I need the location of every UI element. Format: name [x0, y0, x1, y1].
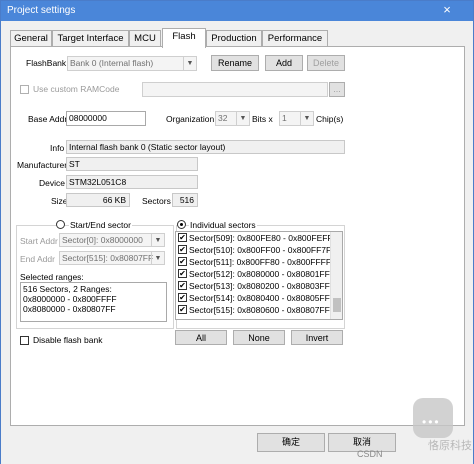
- sector-label: Sector[509]: 0x800FE80 - 0x800FEFF: [189, 233, 333, 243]
- select-none-button[interactable]: None: [233, 330, 285, 345]
- tab-target-interface[interactable]: Target Interface: [52, 30, 129, 47]
- flashbank-value: Bank 0 (Internal flash): [70, 58, 154, 68]
- title-bar: Project settings ×: [1, 1, 473, 21]
- end-addr-value: Sector[515]: 0x80807FF: [62, 253, 154, 263]
- chevron-down-icon: ▼: [151, 252, 164, 264]
- csdn-watermark: CSDN: [357, 449, 383, 459]
- sector-label: Sector[514]: 0x8080400 - 0x80805FF: [189, 293, 330, 303]
- check-icon[interactable]: ✔: [178, 305, 187, 315]
- window-title: Project settings: [7, 5, 76, 16]
- flash-panel: FlashBank Bank 0 (Internal flash) ▼ Rena…: [10, 46, 465, 426]
- scrollbar-thumb[interactable]: [333, 298, 341, 312]
- list-item[interactable]: ✔ Sector[515]: 0x8080600 - 0x80807FF: [177, 305, 330, 317]
- project-settings-window: Project settings × General Target Interf…: [0, 0, 474, 464]
- tab-general[interactable]: General: [10, 30, 52, 47]
- sector-list-scrollbar[interactable]: [330, 232, 342, 319]
- organization-label: Organization: [166, 114, 215, 124]
- size-field: 66 KB: [66, 193, 130, 207]
- sectors-label: Sectors: [142, 196, 171, 206]
- sectors-count-field: 516: [172, 193, 198, 207]
- end-addr-label: End Addr: [20, 254, 55, 264]
- list-item[interactable]: ✔ Sector[514]: 0x8080400 - 0x80805FF: [177, 293, 330, 305]
- rename-button[interactable]: Rename: [211, 55, 259, 71]
- chevron-down-icon: ▼: [236, 112, 249, 125]
- organization-bits-select[interactable]: 32 ▼: [215, 111, 250, 126]
- list-item[interactable]: ✔ Sector[511]: 0x800FF80 - 0x800FFFF: [177, 257, 331, 269]
- list-item[interactable]: ✔ Sector[512]: 0x8080000 - 0x80801FF: [177, 269, 330, 281]
- start-addr-label: Start Addr: [20, 236, 58, 246]
- chips-value: 1: [282, 113, 287, 123]
- list-item[interactable]: ✔ Sector[509]: 0x800FE80 - 0x800FEFF: [177, 233, 333, 245]
- sector-label: Sector[513]: 0x8080200 - 0x80803FF: [189, 281, 330, 291]
- sector-label: Sector[515]: 0x8080600 - 0x80807FF: [189, 305, 330, 315]
- chips-label: Chip(s): [316, 114, 344, 124]
- chevron-down-icon: ▼: [183, 57, 196, 70]
- tab-production[interactable]: Production: [206, 30, 262, 47]
- check-icon[interactable]: ✔: [178, 233, 187, 243]
- flashbank-label: FlashBank: [26, 58, 67, 68]
- device-label: Device: [39, 178, 65, 188]
- ramcode-label: Use custom RAMCode: [33, 84, 120, 94]
- sector-label: Sector[510]: 0x800FF00 - 0x800FF7F: [189, 245, 332, 255]
- chevron-down-icon: ▼: [151, 234, 164, 246]
- watermark-text: 恪原科技: [428, 440, 472, 452]
- individual-sectors-radio[interactable]: [177, 220, 186, 229]
- sector-list[interactable]: ✔ Sector[509]: 0x800FE80 - 0x800FEFF ✔ Sec…: [175, 231, 343, 320]
- check-icon[interactable]: ✔: [178, 281, 187, 291]
- delete-button[interactable]: Delete: [307, 55, 345, 71]
- disable-flash-bank-checkbox[interactable]: [20, 336, 29, 345]
- device-field: STM32L051C8: [66, 175, 198, 189]
- selected-ranges-label: Selected ranges:: [20, 272, 84, 282]
- ramcode-checkbox[interactable]: [20, 85, 29, 94]
- chevron-down-icon: ▼: [300, 112, 313, 125]
- check-icon[interactable]: ✔: [178, 269, 187, 279]
- tab-mcu[interactable]: MCU: [129, 30, 161, 47]
- invert-selection-button[interactable]: Invert: [291, 330, 343, 345]
- wechat-watermark-icon: •••: [413, 398, 453, 438]
- ramcode-path-field[interactable]: [142, 82, 328, 97]
- selected-ranges-line: 0x8080000 - 0x80807FF: [23, 304, 116, 314]
- manufacturer-field: ST: [66, 157, 198, 171]
- start-addr-value: Sector[0]: 0x8000000: [62, 235, 143, 245]
- list-item[interactable]: ✔ Sector[510]: 0x800FF00 - 0x800FF7F: [177, 245, 331, 257]
- disable-flash-bank-label: Disable flash bank: [33, 335, 103, 345]
- selected-ranges-line: 0x8000000 - 0x800FFFF: [23, 294, 117, 304]
- tab-performance[interactable]: Performance: [262, 30, 328, 47]
- selected-ranges-box: 516 Sectors, 2 Ranges: 0x8000000 - 0x800…: [20, 282, 167, 322]
- base-addr-input[interactable]: 08000000: [66, 111, 146, 126]
- start-end-radio[interactable]: [56, 220, 65, 229]
- info-label: Info: [50, 143, 65, 153]
- bits-x-label: Bits x: [252, 114, 273, 124]
- add-button[interactable]: Add: [265, 55, 303, 71]
- sector-label: Sector[511]: 0x800FF80 - 0x800FFFF: [189, 257, 332, 267]
- check-icon[interactable]: ✔: [178, 293, 187, 303]
- start-addr-select[interactable]: Sector[0]: 0x8000000 ▼: [59, 233, 165, 247]
- ramcode-browse-button[interactable]: ...: [329, 82, 345, 97]
- start-end-label: Start/End sector: [69, 220, 132, 230]
- flashbank-select[interactable]: Bank 0 (Internal flash) ▼: [67, 56, 197, 71]
- base-addr-label: Base Addr: [28, 114, 68, 124]
- dialog-footer: 确定 取消: [1, 426, 473, 464]
- ok-button[interactable]: 确定: [257, 433, 325, 452]
- individual-sectors-label: Individual sectors: [189, 220, 257, 230]
- organization-bits-value: 32: [218, 113, 228, 123]
- manufacturer-label: Manufacturer: [17, 160, 68, 170]
- sector-label: Sector[512]: 0x8080000 - 0x80801FF: [189, 269, 330, 279]
- close-icon[interactable]: ×: [427, 2, 467, 19]
- select-all-button[interactable]: All: [175, 330, 227, 345]
- info-field: Internal flash bank 0 (Static sector lay…: [66, 140, 345, 154]
- check-icon[interactable]: ✔: [178, 257, 187, 267]
- check-icon[interactable]: ✔: [178, 245, 187, 255]
- selected-ranges-line: 516 Sectors, 2 Ranges:: [23, 284, 112, 294]
- list-item[interactable]: ✔ Sector[513]: 0x8080200 - 0x80803FF: [177, 281, 330, 293]
- tab-flash[interactable]: Flash: [162, 28, 206, 48]
- end-addr-select[interactable]: Sector[515]: 0x80807FF ▼: [59, 251, 165, 265]
- chips-select[interactable]: 1 ▼: [279, 111, 314, 126]
